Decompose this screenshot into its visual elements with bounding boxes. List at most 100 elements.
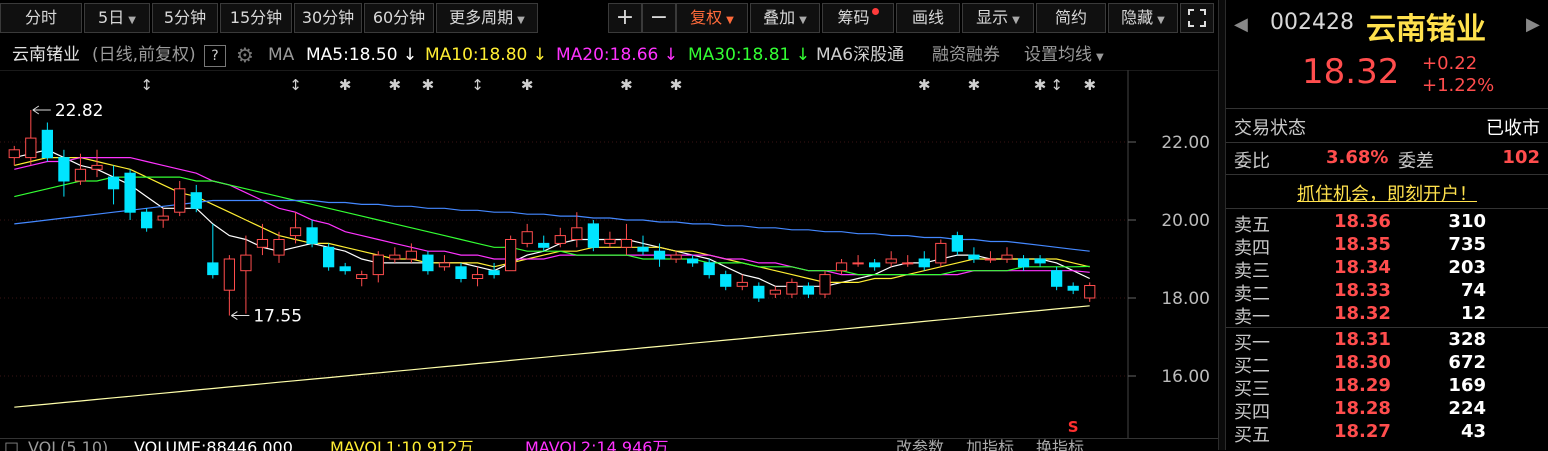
chips-button[interactable]: 筹码 [822, 3, 894, 33]
candle-up [174, 188, 186, 213]
help-button[interactable]: ? [204, 45, 226, 67]
period-toolbar: 分时 5日 ▼ 5分钟 15分钟 30分钟 60分钟 更多周期 ▼ + − 复权 ▼ … [0, 0, 1218, 38]
candle-up [372, 254, 384, 276]
vol-label: VOL(5,10) [28, 438, 109, 451]
period-tab-5day[interactable]: 5日 ▼ [84, 3, 150, 33]
event-marker: ✱ [620, 76, 633, 94]
candle-up [505, 239, 517, 272]
candle-down [455, 266, 467, 280]
period-tab-5min[interactable]: 5分钟 [152, 3, 218, 33]
simple-mode-button[interactable]: 简约 [1036, 3, 1106, 33]
arrow-down-icon: ↓ [532, 45, 547, 65]
zoom-out-button[interactable]: − [642, 3, 676, 33]
candle-down [1067, 285, 1079, 291]
fuquan-dropdown[interactable]: 复权 ▼ [676, 3, 748, 33]
volume-collapse-icon[interactable]: □ [4, 440, 19, 451]
stock-name: 云南锗业 [1366, 12, 1486, 47]
sell-order-label: 卖一 [1234, 307, 1270, 328]
candle-down [1034, 258, 1046, 264]
candle-up [91, 164, 103, 170]
trade-status-label: 交易状态 [1234, 118, 1306, 139]
candle-up [471, 274, 484, 280]
candle-up [984, 258, 997, 261]
candle-up [438, 262, 451, 268]
event-marker: ✱ [1034, 76, 1047, 94]
candle-down [306, 227, 318, 244]
chart-grid [0, 70, 1218, 438]
zoom-in-button[interactable]: + [608, 3, 642, 33]
buy-order-volume: 43 [1460, 421, 1486, 442]
sell-order-price: 18.33 [1334, 280, 1391, 301]
candle-up [157, 215, 169, 221]
candle-up [1084, 285, 1096, 299]
candle-down [422, 254, 434, 272]
next-stock-icon[interactable]: ▶ [1526, 14, 1540, 35]
drawline-button[interactable]: 画线 [896, 3, 960, 33]
buy-order-volume: 224 [1448, 398, 1486, 419]
price-change: +0.22 [1422, 53, 1478, 74]
weicha-label: 委差 [1398, 151, 1434, 172]
kline-chart[interactable]: 22.0020.0018.0016.00 ↕ ↕ ✱ ✱ ✱ ↕ ✱ ✱ ✱ ✱ ✱ ✱ ↕ ✱ 22.8… [0, 70, 1218, 438]
candle-up [289, 227, 302, 237]
candle-up [670, 254, 682, 260]
fuquan-label: 复权 [690, 8, 723, 27]
add-indicator-link[interactable]: 加指标 [966, 440, 1014, 451]
more-periods-dropdown[interactable]: 更多周期 ▼ [436, 3, 538, 33]
candle-down [687, 258, 699, 264]
ma6-hk-connect[interactable]: MA6深股通 [816, 40, 904, 70]
more-periods-label: 更多周期 [449, 8, 514, 27]
overlay-label: 叠加 [763, 8, 796, 27]
stock-code: 002428 [1270, 10, 1354, 35]
candle-up [240, 254, 252, 272]
candle-down [720, 274, 732, 287]
y-axis-labels: 22.00 20.00 18.00 16.00 [1161, 133, 1210, 387]
candle-up [885, 258, 897, 264]
ma30-value: MA30:18.81 ↓ [688, 40, 810, 70]
trade-status-value: 已收市 [1486, 118, 1540, 139]
margin-trading-link[interactable]: 融资融券 [932, 40, 1000, 70]
candle-down [41, 129, 53, 159]
candle-down [58, 157, 70, 182]
candle-up [902, 262, 914, 265]
period-tab-intraday[interactable]: 分时 [0, 3, 82, 33]
period-tab-60min[interactable]: 60分钟 [364, 3, 434, 33]
weibi-value: 3.68% [1326, 147, 1389, 168]
fullscreen-button[interactable] [1180, 3, 1214, 33]
set-ma-dropdown[interactable]: 设置均线 ▼ [1024, 40, 1104, 73]
sell-order-volume: 74 [1460, 280, 1486, 301]
candle-down [637, 246, 649, 252]
switch-indicator-link[interactable]: 换指标 [1036, 440, 1084, 451]
price-change-pct: +1.22% [1422, 75, 1495, 96]
sell-order-price: 18.35 [1334, 234, 1391, 255]
display-dropdown[interactable]: 显示 ▼ [962, 3, 1034, 33]
prev-stock-icon[interactable]: ◀ [1234, 14, 1248, 35]
overlay-dropdown[interactable]: 叠加 ▼ [750, 3, 820, 33]
period-5day-label: 5日 [98, 8, 125, 27]
buy-order-volume: 328 [1448, 329, 1486, 350]
arrow-down-icon: ↓ [402, 45, 418, 65]
ma-label: MA [268, 45, 295, 65]
chevron-down-icon: ▼ [1096, 52, 1104, 63]
candle-up [935, 242, 947, 264]
period-tab-15min[interactable]: 15分钟 [220, 3, 292, 33]
ma-info-bar: 云南锗业 (日线,前复权) ? ⚙ MA MA5:18.50 ↓ MA10:18… [0, 40, 1218, 70]
event-marker: ✱ [339, 76, 352, 94]
low-price-label: 17.55 [253, 307, 302, 327]
y-tick-label: 18.00 [1161, 289, 1210, 309]
panel-divider[interactable] [1218, 0, 1226, 450]
candle-up [769, 289, 781, 295]
event-marker: ↕ [471, 76, 484, 94]
sell-order-price: 18.32 [1334, 303, 1391, 324]
open-account-link[interactable]: 抓住机会，即刻开户！ [1226, 180, 1548, 206]
candle-up [571, 227, 583, 241]
candle-up [819, 274, 831, 295]
chevron-down-icon: ▼ [1012, 15, 1020, 26]
period-tab-30min[interactable]: 30分钟 [294, 3, 362, 33]
hide-dropdown[interactable]: 隐藏 ▼ [1108, 3, 1178, 33]
event-marker: ✱ [670, 76, 683, 94]
gear-icon[interactable]: ⚙ [236, 40, 254, 70]
high-price-label: 22.82 [55, 101, 104, 121]
buy-order-volume: 169 [1448, 375, 1486, 396]
change-params-link[interactable]: 改参数 [896, 440, 944, 451]
display-label: 显示 [976, 8, 1009, 27]
